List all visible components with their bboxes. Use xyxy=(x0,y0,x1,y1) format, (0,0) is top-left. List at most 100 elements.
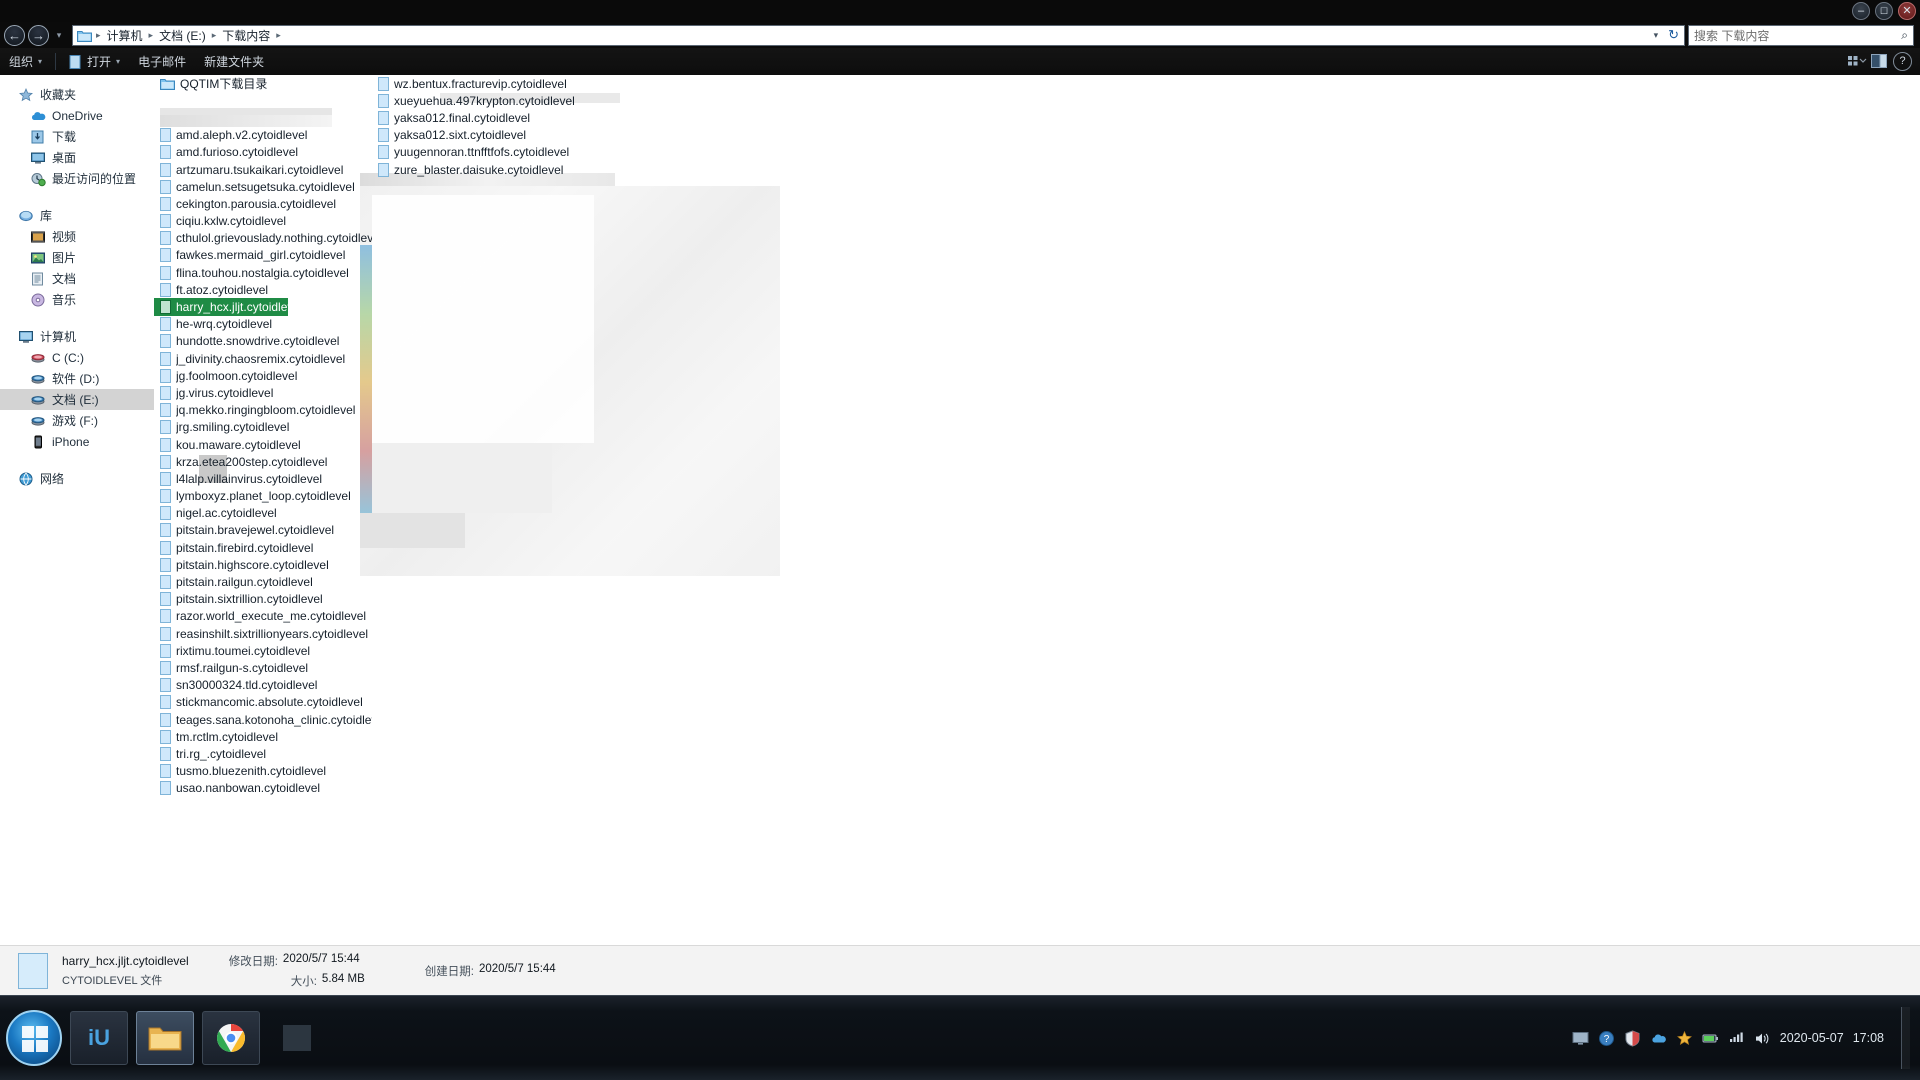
search-input[interactable]: 搜索 下载内容 xyxy=(1694,27,1769,44)
list-item[interactable]: pitstain.bravejewel.cytoidlevel xyxy=(154,522,372,539)
list-item[interactable]: jrg.smiling.cytoidlevel xyxy=(154,419,372,436)
help-button[interactable]: ? xyxy=(1893,52,1912,71)
list-item[interactable]: pitstain.highscore.cytoidlevel xyxy=(154,556,372,573)
sidebar-item-music[interactable]: 音乐 xyxy=(0,289,154,310)
list-item[interactable]: krza.etea200step.cytoidlevel xyxy=(154,453,372,470)
file-list-view[interactable]: QQTIM下载目录 amd.aleph.v2.cytoidlevel amd.f… xyxy=(154,75,1920,995)
star-icon[interactable] xyxy=(1676,1030,1693,1047)
sidebar-item-drive-c[interactable]: C (C:) xyxy=(0,347,154,368)
list-item[interactable]: flina.touhou.nostalgia.cytoidlevel xyxy=(154,264,372,281)
refresh-icon[interactable]: ↻ xyxy=(1665,27,1682,43)
organize-button[interactable]: 组织 ▾ xyxy=(0,50,51,73)
list-item[interactable]: camelun.setsugetsuka.cytoidlevel xyxy=(154,178,372,195)
list-item[interactable]: razor.world_execute_me.cytoidlevel xyxy=(154,608,372,625)
taskbar-item-iu[interactable]: iU xyxy=(70,1011,128,1065)
change-view-icon[interactable] xyxy=(1845,52,1867,72)
list-item[interactable]: nigel.ac.cytoidlevel xyxy=(154,505,372,522)
shield-icon[interactable] xyxy=(1624,1029,1641,1047)
list-item[interactable]: cthulol.grievouslady.nothing.cytoidlevel xyxy=(154,230,372,247)
list-item[interactable]: tusmo.bluezenith.cytoidlevel xyxy=(154,763,372,780)
list-item[interactable]: yaksa012.sixt.cytoidlevel xyxy=(372,127,602,144)
breadcrumb-item-computer[interactable]: 计算机 xyxy=(102,26,148,45)
search-box[interactable]: 搜索 下载内容 ⌕ xyxy=(1688,24,1914,46)
breadcrumb-separator-3[interactable]: ▸ xyxy=(275,30,282,41)
taskbar-item-extra[interactable] xyxy=(268,1011,326,1065)
volume-icon[interactable] xyxy=(1754,1030,1771,1047)
list-item[interactable]: lymboxyz.planet_loop.cytoidlevel xyxy=(154,488,372,505)
list-item[interactable]: jg.virus.cytoidlevel xyxy=(154,384,372,401)
list-item[interactable]: yaksa012.final.cytoidlevel xyxy=(372,109,602,126)
sidebar-item-documents[interactable]: 文档 xyxy=(0,268,154,289)
back-button[interactable]: ← xyxy=(4,24,25,46)
taskbar-item-explorer[interactable] xyxy=(136,1011,194,1065)
breadcrumb-item-drive-e[interactable]: 文档 (E:) xyxy=(154,26,211,45)
list-item[interactable]: amd.furioso.cytoidlevel xyxy=(154,144,372,161)
taskbar-item-chrome[interactable] xyxy=(202,1011,260,1065)
list-item[interactable]: rmsf.railgun-s.cytoidlevel xyxy=(154,659,372,676)
address-input[interactable]: ▸ 计算机 ▸ 文档 (E:) ▸ 下载内容 ▸ ▾ ↻ xyxy=(72,24,1685,46)
list-item[interactable]: ciqiu.kxlw.cytoidlevel xyxy=(154,213,372,230)
monitor-icon[interactable] xyxy=(1572,1030,1589,1047)
minimize-button[interactable]: – xyxy=(1852,2,1870,20)
list-item[interactable]: xueyuehua.497krypton.cytoidlevel xyxy=(372,92,602,109)
start-button[interactable] xyxy=(6,1010,62,1066)
sidebar-item-onedrive[interactable]: OneDrive xyxy=(0,105,154,126)
sidebar-item-pictures[interactable]: 图片 xyxy=(0,247,154,268)
recent-locations-dropdown[interactable]: ▾ xyxy=(52,25,66,46)
list-item[interactable]: rixtimu.toumei.cytoidlevel xyxy=(154,642,372,659)
help-circle-icon[interactable]: ? xyxy=(1598,1030,1615,1047)
sidebar-item-drive-d[interactable]: 软件 (D:) xyxy=(0,368,154,389)
list-item[interactable]: teages.sana.kotonoha_clinic.cytoidlevel xyxy=(154,711,372,728)
list-item[interactable]: wz.bentux.fracturevip.cytoidlevel xyxy=(372,75,602,92)
list-item[interactable]: pitstain.firebird.cytoidlevel xyxy=(154,539,372,556)
open-button[interactable]: 打开 ▾ xyxy=(60,50,129,73)
sidebar-item-recent-places[interactable]: 最近访问的位置 xyxy=(0,168,154,189)
list-item[interactable]: tm.rctlm.cytoidlevel xyxy=(154,728,372,745)
list-item[interactable]: j_divinity.chaosremix.cytoidlevel xyxy=(154,350,372,367)
list-item[interactable]: cekington.parousia.cytoidlevel xyxy=(154,195,372,212)
cloud-icon[interactable] xyxy=(1650,1030,1667,1047)
list-item[interactable]: zure_blaster.daisuke.cytoidlevel xyxy=(372,161,602,178)
list-item[interactable]: stickmancomic.absolute.cytoidlevel xyxy=(154,694,372,711)
sidebar-item-computer[interactable]: 计算机 xyxy=(0,326,154,347)
sidebar-item-downloads[interactable]: 下载 xyxy=(0,126,154,147)
list-item[interactable]: pitstain.sixtrillion.cytoidlevel xyxy=(154,591,372,608)
sidebar-item-favorites[interactable]: 收藏夹 xyxy=(0,84,154,105)
sidebar-item-drive-e[interactable]: 文档 (E:) xyxy=(0,389,154,410)
list-item-selected[interactable]: harry_hcx.jljt.cytoidlevel xyxy=(154,298,288,316)
list-item[interactable]: artzumaru.tsukaikari.cytoidlevel xyxy=(154,161,372,178)
list-item[interactable]: pitstain.railgun.cytoidlevel xyxy=(154,573,372,590)
sidebar-item-libraries[interactable]: 库 xyxy=(0,205,154,226)
list-item[interactable]: he-wrq.cytoidlevel xyxy=(154,316,372,333)
maximize-button[interactable]: ☐ xyxy=(1875,2,1893,20)
list-item[interactable]: yuugennoran.ttnfftfofs.cytoidlevel xyxy=(372,144,602,161)
list-item[interactable]: fawkes.mermaid_girl.cytoidlevel xyxy=(154,247,372,264)
list-item[interactable]: kou.maware.cytoidlevel xyxy=(154,436,372,453)
taskbar-clock[interactable]: 2020-05-07 xyxy=(1780,1031,1844,1046)
network-tray-icon[interactable] xyxy=(1728,1030,1745,1047)
email-button[interactable]: 电子邮件 xyxy=(129,50,195,73)
battery-icon[interactable] xyxy=(1702,1030,1719,1047)
close-button[interactable]: ✕ xyxy=(1898,2,1916,20)
list-item[interactable]: sn30000324.tld.cytoidlevel xyxy=(154,677,372,694)
preview-pane-icon[interactable] xyxy=(1869,52,1891,72)
list-item[interactable]: tri.rg_.cytoidlevel xyxy=(154,745,372,762)
sidebar-item-network[interactable]: 网络 xyxy=(0,468,154,489)
sidebar-item-iphone[interactable]: iPhone xyxy=(0,431,154,452)
list-item[interactable]: jq.mekko.ringingbloom.cytoidlevel xyxy=(154,402,372,419)
taskbar-clock-time[interactable]: 17:08 xyxy=(1853,1031,1884,1046)
address-dropdown-icon[interactable]: ▾ xyxy=(1649,30,1664,41)
list-item[interactable]: l4lalp.villainvirus.cytoidlevel xyxy=(154,470,372,487)
list-item[interactable]: amd.aleph.v2.cytoidlevel xyxy=(154,127,372,144)
sidebar-item-drive-f[interactable]: 游戏 (F:) xyxy=(0,410,154,431)
sidebar-item-desktop[interactable]: 桌面 xyxy=(0,147,154,168)
list-item[interactable]: reasinshilt.sixtrillionyears.cytoidlevel xyxy=(154,625,372,642)
list-item-folder[interactable]: QQTIM下载目录 xyxy=(154,75,372,92)
show-desktop-button[interactable] xyxy=(1901,1007,1910,1069)
breadcrumb-item-downloads[interactable]: 下载内容 xyxy=(217,26,275,45)
list-item[interactable]: usao.nanbowan.cytoidlevel xyxy=(154,780,372,797)
forward-button[interactable]: → xyxy=(28,24,49,46)
list-item[interactable]: jg.foolmoon.cytoidlevel xyxy=(154,367,372,384)
sidebar-item-videos[interactable]: 视频 xyxy=(0,226,154,247)
new-folder-button[interactable]: 新建文件夹 xyxy=(195,50,273,73)
